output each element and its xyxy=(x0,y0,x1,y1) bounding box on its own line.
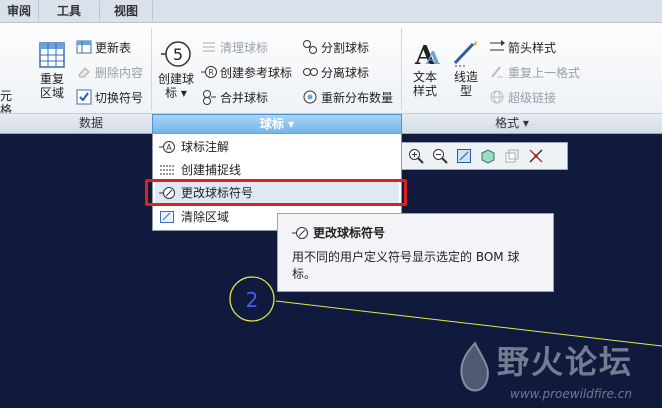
split-balloons-icon xyxy=(303,40,317,54)
balloon-icon-number: 5 xyxy=(173,45,183,64)
detach-balloons-label: 分离球标 xyxy=(321,65,370,80)
clear-area-icon xyxy=(160,211,174,223)
eraser-icon xyxy=(78,67,90,78)
format-brush-icon xyxy=(491,66,503,78)
clean-balloons-icon xyxy=(203,42,215,52)
change-balloon-symbol-icon xyxy=(292,226,308,239)
menu-item-label: 清除区域 xyxy=(181,210,230,224)
snap-lines-icon xyxy=(160,165,174,175)
tooltip-title: 更改球标符号 xyxy=(313,226,386,240)
table-icon xyxy=(39,42,65,68)
group-separator xyxy=(151,28,152,110)
tab-tools[interactable]: 工具 xyxy=(39,1,100,21)
menu-item-label: 创建捕捉线 xyxy=(181,163,242,177)
delete-content-button[interactable]: 删除内容 xyxy=(76,62,143,82)
tab-review[interactable]: 审阅 xyxy=(0,1,39,21)
view-toolbar xyxy=(400,142,568,170)
text-style-icon: A A xyxy=(414,41,440,68)
watermark-url: www.proewildfire.cn xyxy=(510,387,632,401)
group-label-format[interactable]: 格式 ▾ xyxy=(402,115,622,132)
menu-item-balloon-note[interactable]: A 球标注解 xyxy=(155,136,399,158)
hyperlink-label: 超级链接 xyxy=(508,90,557,105)
toggle-symbols-label: 切换符号 xyxy=(95,90,144,105)
update-table-icon xyxy=(76,40,92,54)
ref-balloon-icon: R xyxy=(201,66,217,78)
menu-item-label: 球标注解 xyxy=(181,140,230,154)
watermark-logo-icon xyxy=(460,341,490,392)
group-label-balloon[interactable]: 球标 ▾ xyxy=(152,114,402,135)
ribbon-group-label-bar: 数据 球标 ▾ 格式 ▾ xyxy=(0,113,662,135)
clean-balloons-button[interactable]: 清理球标 xyxy=(201,37,268,57)
merge-balloons-icon xyxy=(203,90,216,105)
create-balloon-button[interactable]: 5 创建球 标 ▾ xyxy=(156,38,196,100)
arrow-style-icon xyxy=(490,40,505,51)
update-table-label: 更新表 xyxy=(95,40,132,55)
line-style-label: 线造 型 xyxy=(453,70,478,98)
tooltip: 更改球标符号 用不同的用户定义符号显示选定的 BOM 球标。 xyxy=(277,213,554,292)
watermark: 野火论坛 www.proewildfire.cn xyxy=(450,335,662,408)
refit-icon[interactable] xyxy=(454,147,473,166)
tab-view[interactable]: 视图 xyxy=(100,1,153,21)
create-balloon-label: 创建球 标 ▾ xyxy=(157,72,194,100)
split-balloons-label: 分割球标 xyxy=(321,40,370,55)
create-ref-balloon-button[interactable]: R 创建参考球标 xyxy=(201,62,292,82)
watermark-text: 野火论坛 xyxy=(497,343,634,381)
repeat-last-format-label: 重复上一格式 xyxy=(508,65,581,80)
redistribute-qty-button[interactable]: 重新分布数量 xyxy=(302,87,393,107)
toggle-symbol-icon xyxy=(76,89,92,105)
ribbon-tab-bar: 审阅 工具 视图 xyxy=(0,0,662,23)
balloon-note-icon: A xyxy=(159,141,175,153)
zoom-out-icon[interactable] xyxy=(430,147,449,166)
bom-balloon-number: 2 xyxy=(246,288,259,312)
line-style-button[interactable]: 线造 型 xyxy=(447,38,485,98)
delete-content-label: 删除内容 xyxy=(95,65,144,80)
tooltip-description: 用不同的用户定义符号显示选定的 BOM 球标。 xyxy=(292,250,520,281)
detach-balloons-button[interactable]: 分离球标 xyxy=(302,62,369,82)
highlight-annotation-box xyxy=(145,179,407,206)
zoom-in-icon[interactable] xyxy=(406,147,425,166)
menu-item-snap-lines[interactable]: 创建捕捉线 xyxy=(155,159,399,181)
display-style-icon[interactable] xyxy=(478,147,497,166)
redistribute-qty-icon xyxy=(303,90,317,104)
datum-display-icon[interactable] xyxy=(526,147,545,166)
text-style-label: 文本 样式 xyxy=(412,70,437,98)
repeat-last-format-button[interactable]: 重复上一格式 xyxy=(489,62,580,82)
hyperlink-icon xyxy=(490,90,504,104)
svg-text:R: R xyxy=(208,68,214,77)
svg-text:A: A xyxy=(166,143,172,152)
detach-balloons-icon xyxy=(303,68,318,76)
balloon-5-icon: 5 xyxy=(161,41,191,67)
repeat-region-label: 重复 区域 xyxy=(39,72,64,100)
merge-balloons-button[interactable]: 合并球标 xyxy=(201,87,268,107)
text-style-button[interactable]: A A 文本 样式 xyxy=(406,38,444,98)
update-table-button[interactable]: 更新表 xyxy=(76,37,131,57)
tooltip-title-row: 更改球标符号 xyxy=(292,224,385,241)
redistribute-qty-label: 重新分布数量 xyxy=(321,90,394,105)
toggle-symbols-button[interactable]: 切换符号 xyxy=(76,87,143,107)
merge-balloons-label: 合并球标 xyxy=(220,90,269,105)
line-style-icon xyxy=(453,41,477,67)
repeat-region-button[interactable]: 重复 区域 xyxy=(32,40,72,100)
create-ref-balloon-label: 创建参考球标 xyxy=(220,65,293,80)
ribbon: 元格 重复 区域 更新表 删除内容 切换符号 5 创建球 标 ▾ 清理球标 R … xyxy=(0,23,662,117)
arrow-style-label: 箭头样式 xyxy=(508,40,557,55)
split-balloons-button[interactable]: 分割球标 xyxy=(302,37,369,57)
group-label-data: 数据 xyxy=(78,116,103,130)
clean-balloons-label: 清理球标 xyxy=(220,40,269,55)
arrow-style-button[interactable]: 箭头样式 xyxy=(489,37,556,57)
group-separator xyxy=(401,28,402,110)
svg-text:A: A xyxy=(425,48,440,68)
hyperlink-button[interactable]: 超级链接 xyxy=(489,87,556,107)
saved-views-icon[interactable] xyxy=(502,147,521,166)
